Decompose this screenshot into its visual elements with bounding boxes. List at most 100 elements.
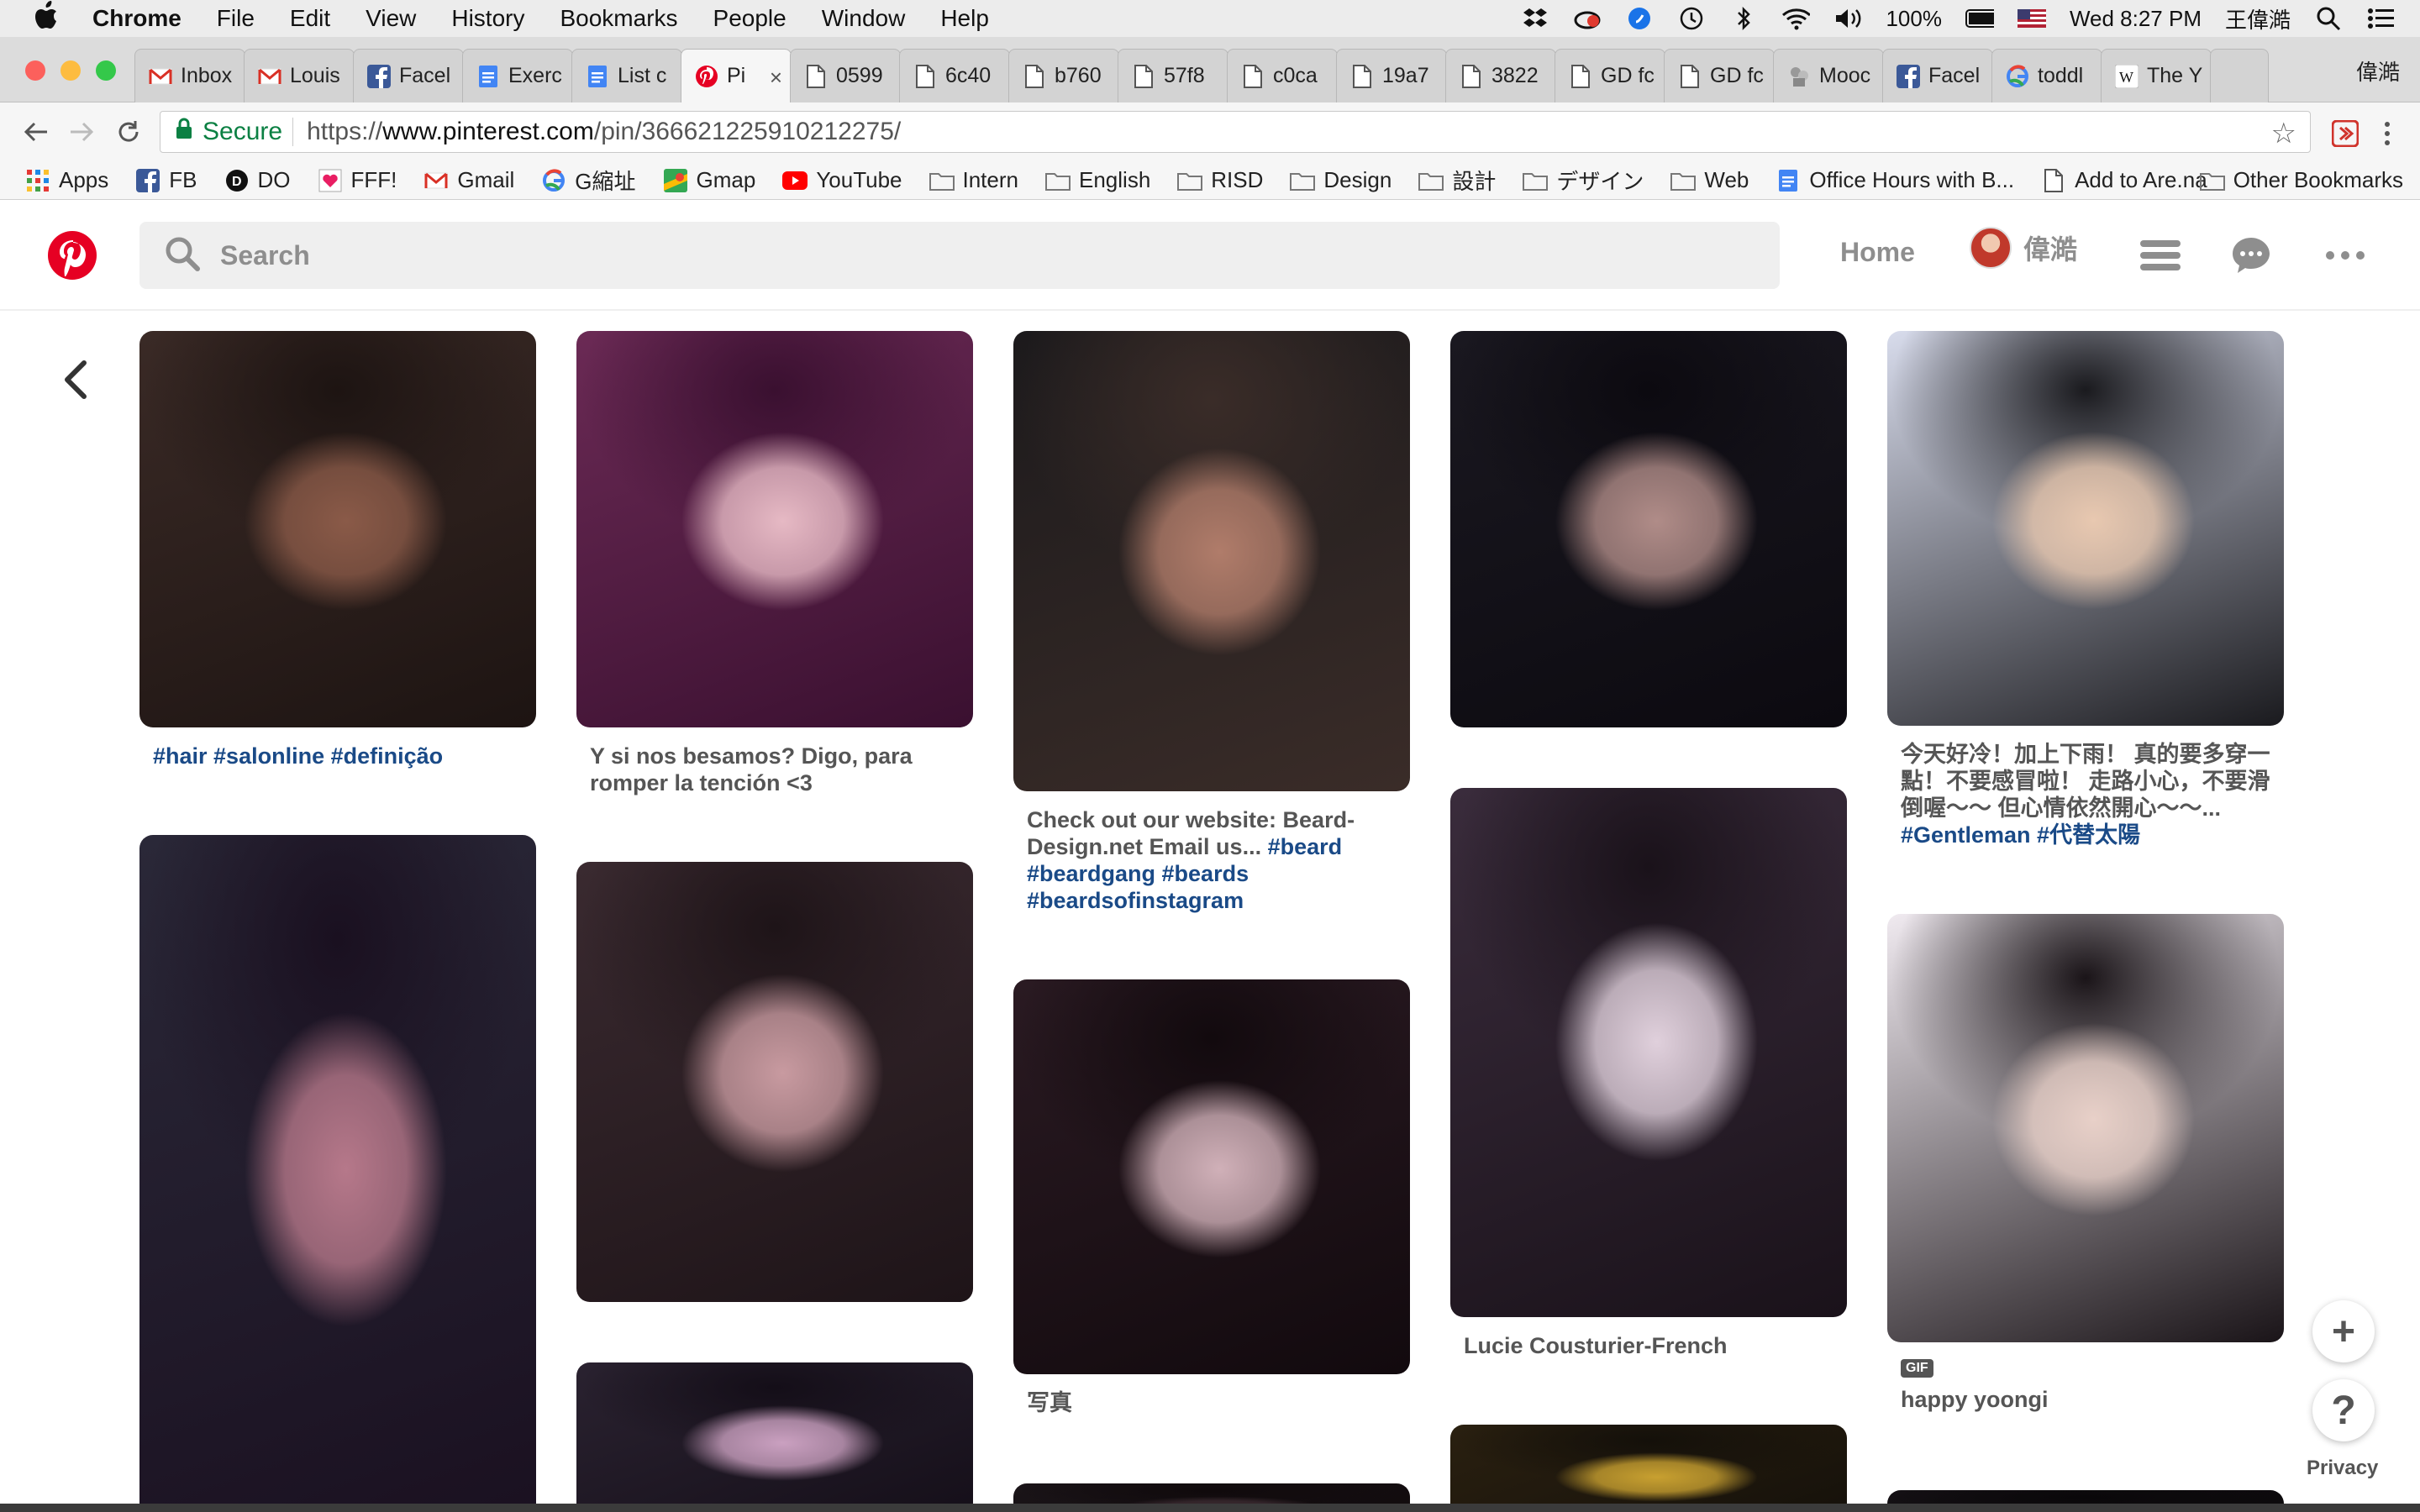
pinterest-logo-icon[interactable] <box>47 230 97 281</box>
back-arrow-icon[interactable] <box>18 114 54 150</box>
pin-hashtags[interactable]: #Gentleman #代替太陽 <box>1901 822 2140 848</box>
tab[interactable]: W The Y <box>2101 49 2212 102</box>
pin-image[interactable] <box>1450 331 1847 727</box>
pin-card[interactable]: #hair #salonline #definição <box>139 331 536 769</box>
tab[interactable]: Exerc <box>462 49 573 102</box>
forward-arrow-icon[interactable] <box>64 114 99 150</box>
bookmark-item[interactable]: Apps <box>25 167 108 193</box>
tab[interactable]: 6c40 <box>899 49 1010 102</box>
bookmark-item[interactable]: FFF! <box>318 167 397 193</box>
pin-description[interactable]: 写真 <box>1013 1389 1410 1416</box>
tab[interactable]: 3822 <box>1445 49 1556 102</box>
tab[interactable]: GD fc <box>1664 49 1775 102</box>
menu-view[interactable]: View <box>366 5 416 32</box>
pin-description[interactable]: Check out our website: Beard-Design.net … <box>1013 806 1410 914</box>
apple-menu-icon[interactable] <box>0 1 92 36</box>
bookmark-star-icon[interactable]: ☆ <box>2271 117 2296 150</box>
pin-hashtags[interactable]: #hair #salonline #definição <box>153 743 443 769</box>
tab[interactable]: Louis <box>244 49 355 102</box>
zoom-window-button[interactable] <box>96 60 116 81</box>
pin-image[interactable] <box>1013 979 1410 1374</box>
close-tab-icon[interactable]: × <box>770 65 782 91</box>
tab[interactable]: b760 <box>1008 49 1119 102</box>
tab[interactable]: 57f8 <box>1118 49 1228 102</box>
bookmark-item[interactable]: Gmap <box>663 167 755 193</box>
chrome-menu-icon[interactable] <box>2373 119 2402 148</box>
pin-description[interactable]: Y si nos besamos? Digo, para romper la t… <box>576 743 973 796</box>
pin-image[interactable] <box>1013 331 1410 791</box>
bookmark-item[interactable]: Add to Are.na <box>2041 167 2207 193</box>
bookmark-item[interactable]: Office Hours with B... <box>1776 167 2014 193</box>
tab[interactable]: 0599 <box>790 49 901 102</box>
pin-image[interactable] <box>139 331 536 727</box>
bookmark-item[interactable]: 設計 <box>1418 165 1496 196</box>
pin-image[interactable] <box>1887 331 2284 726</box>
menu-file[interactable]: File <box>217 5 255 32</box>
minimize-window-button[interactable] <box>60 60 81 81</box>
following-feed-icon[interactable] <box>2138 234 2183 277</box>
pin-image[interactable] <box>139 835 536 1512</box>
pin-description[interactable]: Lucie Cousturier-French <box>1450 1332 1847 1359</box>
pin-card[interactable] <box>1450 331 1847 727</box>
bookmark-item[interactable]: English <box>1045 167 1150 193</box>
url-text[interactable]: https://www.pinterest.com/pin/3666212259… <box>307 118 901 146</box>
extension-icon[interactable] <box>2331 119 2360 148</box>
bookmark-item[interactable]: Design <box>1290 167 1392 193</box>
tab[interactable]: 19a7 <box>1336 49 1447 102</box>
pin-card[interactable]: GIF happy yoongi <box>1887 914 2284 1413</box>
reload-icon[interactable] <box>111 114 146 150</box>
menu-window[interactable]: Window <box>822 5 906 32</box>
pin-card[interactable]: 今天好冷！加上下雨！ 真的要多穿一點！不要感冒啦！ 走路小心，不要滑倒喔～～ 但… <box>1887 331 2284 848</box>
back-chevron-icon[interactable] <box>59 356 92 403</box>
tab-active[interactable]: Pi × <box>681 49 792 102</box>
tab[interactable]: toddl <box>1991 49 2102 102</box>
bookmark-item[interactable]: デザイン <box>1523 165 1644 196</box>
us-flag-icon[interactable] <box>2017 6 2046 31</box>
dropbox-icon[interactable] <box>1521 6 1549 31</box>
time-machine-icon[interactable] <box>1677 6 1706 31</box>
pin-image[interactable] <box>576 862 973 1302</box>
pin-card[interactable] <box>576 862 973 1302</box>
pin-card[interactable]: Lucie Cousturier-French <box>1450 788 1847 1359</box>
other-bookmarks[interactable]: Other Bookmarks <box>2199 167 2403 193</box>
tab[interactable]: Facel <box>353 49 464 102</box>
pin-card[interactable] <box>576 1362 973 1512</box>
bluetooth-icon[interactable] <box>1729 6 1758 31</box>
menu-people[interactable]: People <box>713 5 786 32</box>
pin-description[interactable]: #hair #salonline #definição <box>139 743 536 769</box>
menubar-user[interactable]: 王偉澔 <box>2225 3 2291 34</box>
privacy-link[interactable]: Privacy <box>2307 1457 2378 1480</box>
more-options-icon[interactable] <box>2323 234 2368 277</box>
battery-icon[interactable] <box>1965 6 1994 31</box>
menu-help[interactable]: Help <box>940 5 989 32</box>
bookmark-item[interactable]: RISD <box>1177 167 1263 193</box>
pin-image[interactable] <box>576 1362 973 1512</box>
tab[interactable]: Inbox <box>134 49 245 102</box>
profile-name[interactable]: 偉澔 <box>2356 55 2400 87</box>
pin-description[interactable]: happy yoongi <box>1887 1386 2284 1413</box>
pin-card[interactable]: Check out our website: Beard-Design.net … <box>1013 331 1410 914</box>
pin-description[interactable]: 今天好冷！加上下雨！ 真的要多穿一點！不要感冒啦！ 走路小心，不要滑倒喔～～ 但… <box>1887 741 2284 848</box>
tab[interactable]: GD fc <box>1555 49 1665 102</box>
bookmark-item[interactable]: FB <box>135 167 197 193</box>
pin-image[interactable] <box>1450 1425 1847 1512</box>
menu-edit[interactable]: Edit <box>290 5 330 32</box>
wifi-icon[interactable] <box>1781 6 1811 31</box>
bookmark-item[interactable]: YouTube <box>782 167 902 193</box>
close-window-button[interactable] <box>25 60 45 81</box>
tab[interactable]: Facel <box>1882 49 1993 102</box>
profile-link[interactable]: 偉澔 <box>1970 227 2077 269</box>
menubar-clock[interactable]: Wed 8:27 PM <box>2070 6 2202 32</box>
search-input[interactable] <box>220 239 1649 271</box>
bookmark-item[interactable]: Web <box>1670 167 1749 193</box>
shazam-icon[interactable] <box>1625 6 1654 31</box>
volume-icon[interactable] <box>1833 6 1862 31</box>
spotlight-icon[interactable] <box>2314 6 2343 31</box>
pin-card[interactable]: 写真 <box>1013 979 1410 1416</box>
menu-app-name[interactable]: Chrome <box>92 5 182 32</box>
menu-history[interactable]: History <box>451 5 524 32</box>
address-bar[interactable]: Secure https://www.pinterest.com/pin/366… <box>160 111 2311 153</box>
creative-cloud-icon[interactable] <box>1573 6 1602 31</box>
home-link[interactable]: Home <box>1840 237 1915 268</box>
bookmark-item[interactable]: D DO <box>224 167 291 193</box>
